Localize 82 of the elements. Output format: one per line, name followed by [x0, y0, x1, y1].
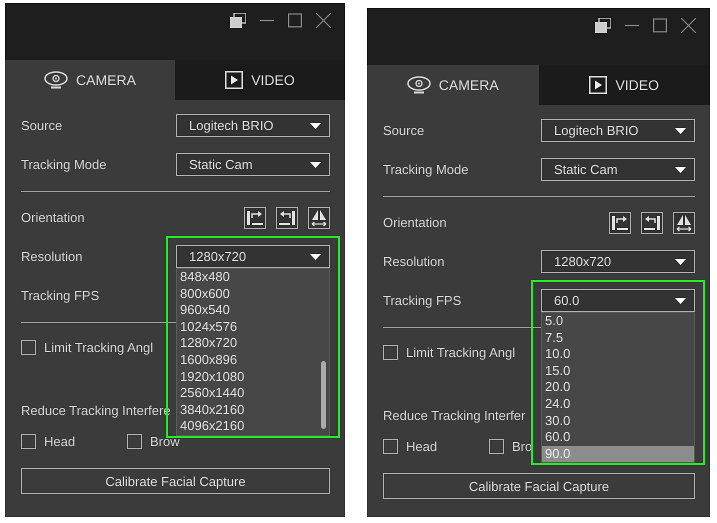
dropdown-option[interactable]: 20.0	[542, 379, 694, 396]
dropdown-option[interactable]: 848x480	[177, 269, 329, 286]
checkbox-label: Bro	[512, 438, 532, 454]
checkbox-label: Limit Tracking Angl	[44, 340, 154, 354]
rotate-left-button[interactable]	[641, 212, 663, 234]
dropdown-option[interactable]: 960x540	[177, 302, 329, 319]
checkbox-label: Limit Tracking Angl	[406, 344, 516, 360]
field-label: Tracking Mode	[383, 162, 468, 177]
rotate-left-button[interactable]	[276, 206, 298, 228]
rotate-left-icon	[278, 208, 296, 226]
dropdown-option[interactable]: 24.0	[542, 396, 694, 413]
webcam-icon	[406, 76, 431, 94]
flip-icon	[675, 214, 693, 232]
dropdown-option[interactable]: 5.0	[542, 313, 694, 330]
stacked-windows-icon[interactable]	[230, 13, 246, 28]
checkbox-label: Head	[44, 434, 76, 448]
checkbox[interactable]	[383, 344, 398, 360]
caret-icon	[310, 122, 321, 128]
checkbox[interactable]	[383, 438, 398, 454]
field-label: Tracking FPS	[383, 293, 462, 308]
field-label: Resolution	[383, 254, 444, 269]
dropdown-option[interactable]: 10.0	[542, 346, 694, 363]
flip-button[interactable]	[673, 212, 695, 234]
dropdown-option[interactable]: 15.0	[542, 362, 694, 380]
field-label: Tracking FPS	[21, 288, 100, 303]
checkbox[interactable]	[21, 340, 36, 354]
section-heading: Reduce Tracking Interfer	[383, 406, 526, 425]
rotate-right-icon	[611, 214, 629, 232]
dropdown[interactable]: Static Cam	[541, 158, 695, 181]
dropdown-option[interactable]: 60.0	[542, 429, 694, 446]
dropdown-option[interactable]: 30.0	[542, 412, 694, 430]
stacked-windows-icon[interactable]	[595, 18, 611, 33]
play-icon	[225, 71, 244, 89]
dropdown-option[interactable]: 1920x1080	[177, 368, 329, 386]
dropdown[interactable]: 1280x720	[176, 245, 330, 268]
dropdown-option[interactable]: 1024x576	[177, 318, 329, 336]
dropdown[interactable]: Logitech BRIO	[541, 119, 695, 142]
dropdown-option[interactable]: 2560x1440	[177, 385, 329, 402]
rotate-right-button[interactable]	[609, 212, 631, 234]
webcam-icon	[44, 71, 68, 89]
caret-icon	[675, 128, 686, 134]
checkbox-label: Head	[406, 438, 438, 454]
checkbox[interactable]	[127, 434, 142, 448]
maximize-icon[interactable]	[653, 18, 667, 33]
checkbox[interactable]	[21, 434, 36, 448]
maximize-icon[interactable]	[288, 13, 302, 28]
dropdown-option[interactable]: 4096x2160	[177, 418, 329, 435]
dropdown[interactable]: Logitech BRIO	[176, 114, 330, 137]
checkbox-label: Brow	[150, 434, 180, 448]
caret-icon	[675, 166, 686, 172]
caret-icon	[310, 162, 321, 168]
caret-icon	[675, 258, 686, 264]
field-label: Orientation	[383, 215, 447, 230]
checkbox[interactable]	[489, 438, 504, 454]
dropdown[interactable]: 1280x720	[541, 250, 695, 273]
caret-icon	[310, 254, 321, 260]
field-label: Source	[383, 123, 424, 138]
dropdown[interactable]: 60.0	[541, 289, 695, 312]
calibrate-button[interactable]: Calibrate Facial Capture	[383, 473, 695, 499]
close-icon[interactable]	[681, 18, 696, 33]
play-icon	[589, 76, 608, 94]
dropdown-option[interactable]: 800x600	[177, 286, 329, 302]
flip-button[interactable]	[308, 206, 330, 228]
tab[interactable]: VIDEO	[175, 60, 345, 100]
calibrate-button[interactable]: Calibrate Facial Capture	[21, 468, 330, 494]
dropdown-option[interactable]: 1280x720	[177, 335, 329, 352]
dropdown-option[interactable]: 3840x2160	[177, 402, 329, 418]
rotate-left-icon	[643, 214, 661, 232]
close-icon[interactable]	[316, 13, 331, 28]
dropdown-option[interactable]: 7.5	[542, 330, 694, 346]
caret-icon	[675, 298, 686, 304]
flip-icon	[310, 208, 328, 226]
rotate-right-button[interactable]	[244, 206, 266, 228]
field-label: Orientation	[21, 210, 85, 225]
rotate-right-icon	[246, 208, 264, 226]
dropdown-option[interactable]: 1600x896	[177, 352, 329, 369]
field-label: Source	[21, 118, 62, 133]
field-label: Tracking Mode	[21, 157, 106, 172]
dropdown[interactable]: Static Cam	[176, 153, 330, 176]
tab[interactable]: VIDEO	[538, 65, 710, 105]
field-label: Resolution	[21, 249, 82, 264]
scrollbar[interactable]	[321, 361, 326, 429]
